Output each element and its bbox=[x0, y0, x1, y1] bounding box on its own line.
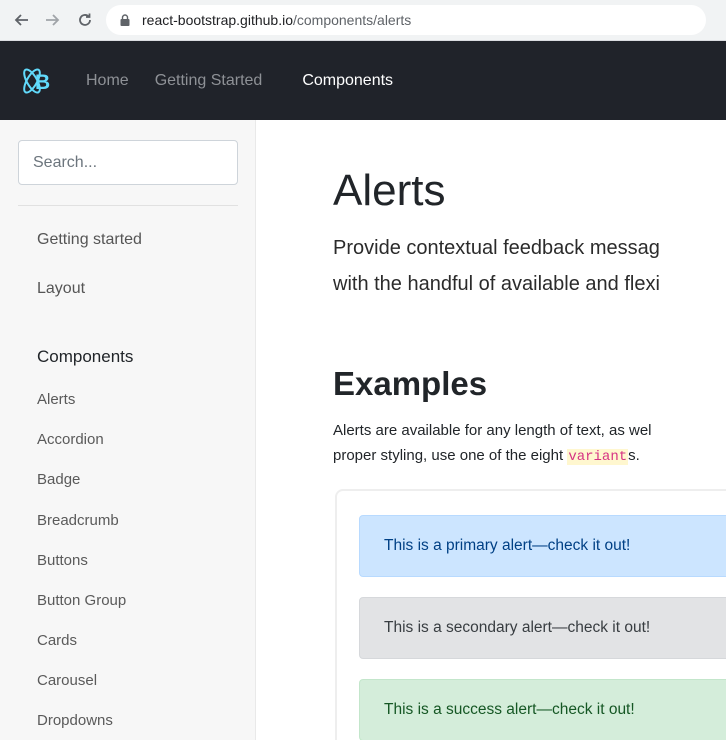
nav-link-home[interactable]: Home bbox=[86, 72, 129, 90]
address-bar[interactable]: react-bootstrap.github.io/components/ale… bbox=[106, 5, 706, 35]
alert-success: This is a success alert—check it out! bbox=[359, 679, 726, 740]
sidebar-item-accordion[interactable]: Accordion bbox=[37, 431, 104, 448]
alert-secondary: This is a secondary alert—check it out! bbox=[359, 597, 726, 659]
para-line-1: Alerts are available for any length of t… bbox=[333, 422, 652, 439]
nav-link-getting-started[interactable]: Getting Started bbox=[155, 72, 263, 90]
para-line-2-post: s. bbox=[628, 447, 640, 464]
para-line-2-pre: proper styling, use one of the eight bbox=[333, 447, 568, 464]
reload-icon[interactable] bbox=[72, 7, 98, 33]
examples-heading: Examples bbox=[333, 365, 488, 402]
sidebar-item-cards[interactable]: Cards bbox=[37, 632, 77, 649]
page-title: Alerts bbox=[333, 166, 446, 215]
lead-line-1: Provide contextual feedback messag bbox=[333, 237, 660, 259]
sidebar-item-buttons[interactable]: Buttons bbox=[37, 552, 88, 569]
sidebar-item-alerts[interactable]: Alerts bbox=[37, 391, 75, 408]
back-arrow-icon[interactable] bbox=[8, 7, 34, 33]
sidebar-section-components[interactable]: Components bbox=[37, 347, 133, 367]
examples-description: Alerts are available for any length of t… bbox=[333, 418, 652, 470]
browser-toolbar: react-bootstrap.github.io/components/ale… bbox=[0, 0, 726, 41]
url-path: /components/alerts bbox=[292, 12, 412, 28]
para-line-2: proper styling, use one of the eight var… bbox=[333, 443, 652, 470]
sidebar-item-layout[interactable]: Layout bbox=[37, 280, 85, 298]
sidebar-divider bbox=[18, 205, 238, 206]
top-navbar: B Home Getting Started Components bbox=[0, 41, 726, 120]
main-content: Alerts Provide contextual feedback messa… bbox=[257, 120, 726, 740]
search-input[interactable] bbox=[18, 140, 238, 185]
sidebar-item-dropdowns[interactable]: Dropdowns bbox=[37, 712, 113, 729]
sidebar-item-getting-started[interactable]: Getting started bbox=[37, 231, 142, 249]
react-bootstrap-logo[interactable]: B bbox=[18, 65, 58, 97]
sidebar: Getting started Layout Components Alerts… bbox=[0, 120, 256, 740]
nav-link-components[interactable]: Components bbox=[302, 72, 393, 90]
sidebar-item-button-group[interactable]: Button Group bbox=[37, 592, 126, 609]
variant-code: variant bbox=[567, 449, 629, 465]
svg-text:B: B bbox=[35, 71, 50, 94]
sidebar-item-breadcrumb[interactable]: Breadcrumb bbox=[37, 512, 119, 529]
sidebar-item-badge[interactable]: Badge bbox=[37, 471, 80, 488]
page-lead: Provide contextual feedback messag with … bbox=[333, 230, 660, 302]
example-preview-box: This is a primary alert—check it out! Th… bbox=[335, 489, 726, 740]
lead-line-2: with the handful of available and flexi bbox=[333, 273, 660, 295]
alert-primary: This is a primary alert—check it out! bbox=[359, 515, 726, 577]
url-host: react-bootstrap.github.io bbox=[142, 12, 293, 28]
sidebar-item-carousel[interactable]: Carousel bbox=[37, 672, 97, 689]
lock-icon bbox=[118, 13, 132, 27]
forward-arrow-icon[interactable] bbox=[40, 7, 66, 33]
